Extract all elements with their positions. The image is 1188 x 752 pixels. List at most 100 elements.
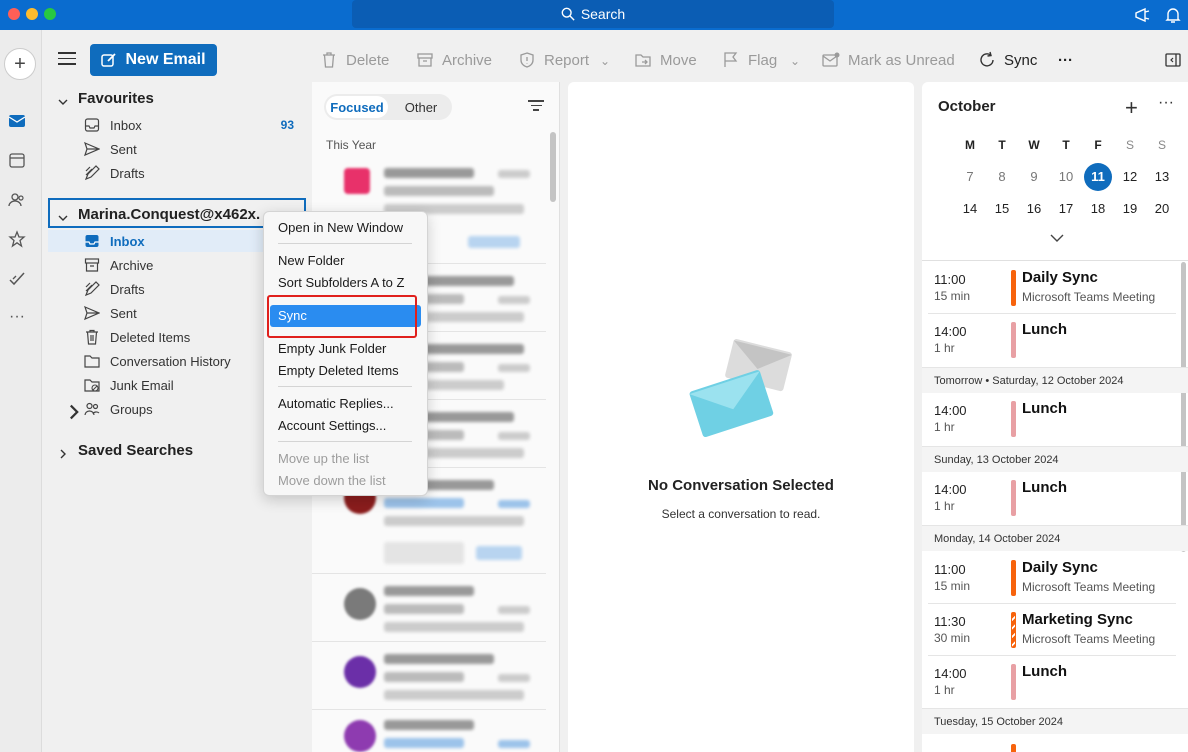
weekday-label: T — [998, 138, 1006, 152]
zoom-window-button[interactable] — [44, 8, 56, 20]
chevron-right-icon[interactable] — [66, 404, 79, 420]
calendar-month-title: October — [938, 98, 996, 115]
menu-item-empty-deleted[interactable]: Empty Deleted Items — [270, 360, 421, 382]
menu-divider — [278, 386, 412, 387]
close-window-button[interactable] — [8, 8, 20, 20]
agenda-event[interactable] — [928, 734, 1176, 752]
flag-button[interactable]: Flag — [722, 50, 777, 70]
report-button[interactable]: Report — [518, 50, 589, 70]
minimize-window-button[interactable] — [26, 8, 38, 20]
search-label: Search — [580, 6, 626, 22]
tab-other[interactable]: Other — [390, 94, 452, 120]
message-item[interactable] — [312, 574, 546, 642]
mark-unread-button[interactable]: Mark as Unread — [822, 50, 955, 70]
menu-item-account-settings[interactable]: Account Settings... — [270, 415, 421, 437]
more-apps-icon[interactable]: ··· — [8, 308, 26, 326]
fav-folder-inbox[interactable]: Inbox 93 — [84, 114, 304, 136]
calendar-day[interactable]: 7 — [956, 163, 984, 191]
reading-pane: No Conversation Selected Select a conver… — [568, 82, 914, 752]
calendar-day[interactable]: 19 — [1116, 195, 1144, 223]
fav-folder-drafts[interactable]: Drafts — [84, 162, 304, 184]
agenda-event[interactable]: 11:00 15 min Daily Sync Microsoft Teams … — [928, 262, 1176, 314]
group-label: This Year — [326, 138, 377, 152]
message-list-scrollbar[interactable] — [550, 132, 556, 202]
add-icon[interactable]: + — [4, 48, 36, 80]
title-bar: Search — [0, 0, 1188, 30]
calendar-day[interactable]: 20 — [1148, 195, 1176, 223]
archive-button[interactable]: Archive — [416, 50, 492, 70]
flag-icon — [724, 52, 738, 67]
fav-folder-sent[interactable]: Sent — [84, 138, 304, 160]
more-options-button[interactable]: ··· — [1058, 50, 1073, 70]
report-chevron-down-icon[interactable]: ⌄ — [600, 54, 610, 68]
star-icon[interactable] — [8, 230, 26, 248]
calendar-day[interactable]: 8 — [988, 163, 1016, 191]
agenda-event[interactable]: 14:00 1 hr Lunch — [928, 314, 1176, 366]
calendar-day[interactable]: 9 — [1020, 163, 1048, 191]
menu-item-sort-subfolders[interactable]: Sort Subfolders A to Z — [270, 272, 421, 294]
chevron-down-icon — [58, 210, 68, 221]
people-icon[interactable] — [8, 191, 26, 209]
todo-icon[interactable] — [8, 270, 26, 288]
menu-divider — [278, 441, 412, 442]
message-item[interactable] — [312, 710, 546, 752]
chevron-down-icon — [58, 94, 68, 105]
trash-icon — [86, 329, 98, 345]
menu-item-automatic-replies[interactable]: Automatic Replies... — [270, 393, 421, 415]
junk-icon — [84, 379, 100, 392]
bell-icon[interactable] — [1164, 6, 1182, 27]
agenda-scrollbar[interactable] — [1181, 262, 1186, 552]
calendar-day-today[interactable]: 11 — [1084, 163, 1112, 191]
agenda-day-header: Tomorrow • Saturday, 12 October 2024 — [922, 367, 1188, 393]
message-item[interactable] — [312, 642, 546, 710]
weekday-label: F — [1094, 138, 1102, 152]
groups-icon — [84, 402, 100, 416]
add-event-icon[interactable]: + — [1125, 95, 1138, 121]
favourites-header[interactable]: Favourites — [58, 90, 154, 107]
agenda-event[interactable]: 14:00 1 hr Lunch — [928, 393, 1176, 445]
menu-item-empty-junk[interactable]: Empty Junk Folder — [270, 338, 421, 360]
saved-searches-header[interactable]: Saved Searches — [58, 442, 193, 459]
calendar-day[interactable]: 18 — [1084, 195, 1112, 223]
agenda-event[interactable]: 14:00 1 hr Lunch — [928, 472, 1176, 524]
move-button[interactable]: Move — [634, 50, 697, 70]
weekday-label: S — [1125, 138, 1134, 152]
tab-focused[interactable]: Focused — [326, 96, 388, 118]
calendar-day[interactable]: 17 — [1052, 195, 1080, 223]
mail-icon[interactable] — [8, 112, 26, 130]
calendar-day[interactable]: 13 — [1148, 163, 1176, 191]
archive-icon — [417, 53, 433, 67]
compose-icon — [101, 53, 117, 67]
megaphone-icon[interactable] — [1134, 6, 1152, 27]
folder-icon — [84, 355, 100, 368]
unread-count-badge: 93 — [280, 118, 294, 132]
agenda-event[interactable]: 11:30 30 min Marketing Sync Microsoft Te… — [928, 604, 1176, 656]
account-header[interactable]: Marina.Conquest@x462x. — [58, 206, 260, 223]
filter-icon[interactable] — [528, 100, 544, 112]
flag-chevron-down-icon[interactable]: ⌄ — [790, 54, 800, 68]
avatar — [344, 588, 376, 620]
inbox-icon — [85, 235, 99, 247]
search-bar[interactable]: Search — [352, 0, 834, 28]
avatar — [344, 656, 376, 688]
menu-item-open-new-window[interactable]: Open in New Window — [270, 217, 421, 239]
calendar-day[interactable]: 10 — [1052, 163, 1080, 191]
delete-button[interactable]: Delete — [320, 50, 389, 70]
chevron-down-icon[interactable] — [1050, 233, 1064, 243]
highlight-annotation-box — [267, 295, 417, 338]
calendar-day[interactable]: 16 — [1020, 195, 1048, 223]
collapse-pane-icon[interactable] — [1164, 50, 1182, 70]
calendar-day[interactable]: 14 — [956, 195, 984, 223]
calendar-more-icon[interactable]: ··· — [1158, 94, 1174, 112]
sync-icon — [980, 51, 994, 67]
agenda-event[interactable]: 11:00 15 min Daily Sync Microsoft Teams … — [928, 552, 1176, 604]
new-email-button[interactable]: New Email — [90, 44, 217, 76]
sync-button[interactable]: Sync — [978, 50, 1037, 70]
agenda-day-header: Monday, 14 October 2024 — [922, 525, 1188, 551]
menu-toggle-icon[interactable] — [58, 52, 76, 66]
calendar-icon[interactable] — [8, 151, 26, 169]
menu-item-new-folder[interactable]: New Folder — [270, 250, 421, 272]
calendar-day[interactable]: 15 — [988, 195, 1016, 223]
calendar-day[interactable]: 12 — [1116, 163, 1144, 191]
agenda-event[interactable]: 14:00 1 hr Lunch — [928, 656, 1176, 708]
